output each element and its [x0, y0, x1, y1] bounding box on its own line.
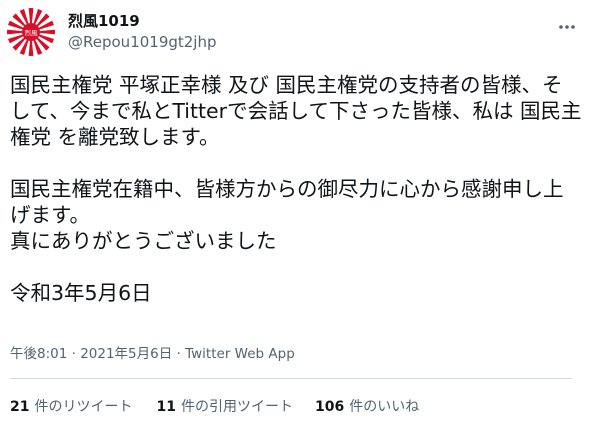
- tweet-client[interactable]: Twitter Web App: [185, 346, 295, 362]
- likes-stat[interactable]: 106 件のいいね: [315, 398, 419, 416]
- retweets-label: 件のリツイート: [34, 399, 133, 415]
- tweet-meta: 午後8:01 · 2021年5月6日 · Twitter Web App: [10, 345, 295, 363]
- likes-label: 件のいいね: [349, 399, 420, 415]
- divider: [10, 378, 572, 379]
- avatar[interactable]: 烈風: [7, 8, 55, 56]
- tweet-text: 国民主権党 平塚正幸様 及び 国民主権党の支持者の皆様、そして、今まで私とTit…: [10, 73, 582, 305]
- avatar-text: 烈風: [25, 28, 39, 37]
- likes-count: 106: [314, 399, 345, 415]
- meta-separator: ·: [172, 346, 186, 362]
- display-name[interactable]: 烈風1019: [68, 11, 140, 31]
- tweet-time[interactable]: 午後8:01: [10, 346, 67, 362]
- user-handle[interactable]: @Repou1019gt2jhp: [68, 32, 217, 52]
- retweets-count: 21: [10, 399, 30, 415]
- tweet-stats: 21 件のリツイート 11 件の引用ツイート 106 件のいいね: [10, 398, 419, 416]
- quotes-count: 11: [156, 399, 176, 415]
- rising-sun-flag-icon: 烈風: [7, 8, 55, 56]
- tweet-date[interactable]: 2021年5月6日: [80, 346, 172, 362]
- retweets-stat[interactable]: 21 件のリツイート: [10, 398, 132, 416]
- quotes-stat[interactable]: 11 件の引用ツイート: [156, 398, 292, 416]
- more-options-button[interactable]: [554, 14, 580, 40]
- more-icon: [559, 25, 575, 29]
- quotes-label: 件の引用ツイート: [180, 399, 293, 415]
- meta-separator: ·: [67, 346, 81, 362]
